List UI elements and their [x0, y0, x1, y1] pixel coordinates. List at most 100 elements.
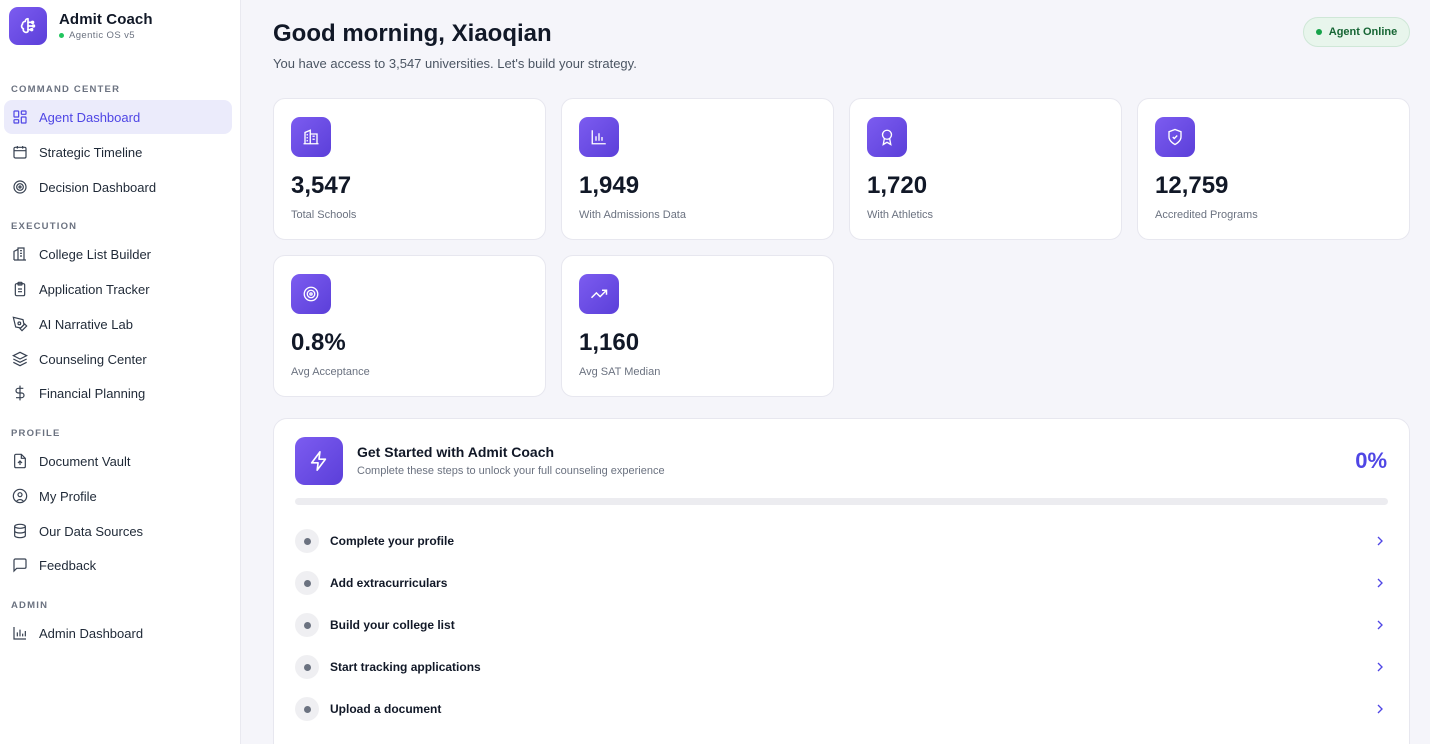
sidebar-item-college-list-builder[interactable]: College List Builder: [4, 237, 232, 271]
sidebar-item-counseling-center[interactable]: Counseling Center: [4, 342, 232, 376]
step-status-dot: [295, 655, 319, 679]
layers-icon: [11, 350, 29, 368]
step-label: Add extracurriculars: [330, 576, 448, 590]
sidebar-item-agent-dashboard[interactable]: Agent Dashboard: [4, 100, 232, 134]
pen-tool-icon: [11, 315, 29, 333]
step-build-college-list[interactable]: Build your college list: [295, 611, 1388, 639]
stat-card-athletics[interactable]: 1,720 With Athletics: [849, 98, 1122, 240]
sidebar-item-document-vault[interactable]: Document Vault: [4, 444, 232, 478]
section-command-center: COMMAND CENTER: [11, 84, 121, 95]
step-label: Complete your profile: [330, 534, 455, 548]
stat-card-avg-acceptance[interactable]: 0.8% Avg Acceptance: [273, 255, 546, 397]
section-execution: EXECUTION: [11, 221, 78, 232]
sidebar-item-label: Feedback: [39, 557, 97, 573]
getting-started-title: Get Started with Admit Coach: [357, 444, 555, 460]
sidebar-item-label: Admin Dashboard: [39, 625, 144, 641]
sidebar-item-label: Counseling Center: [39, 351, 147, 367]
brain-logo-icon: [9, 7, 47, 45]
step-label: Build your college list: [330, 618, 455, 632]
brand-title: Admit Coach: [59, 11, 153, 28]
stat-value: 1,949: [579, 172, 640, 199]
agent-status-badge: Agent Online: [1303, 17, 1410, 47]
brand-subtitle: Agentic OS v5: [59, 30, 153, 41]
sidebar-item-ai-narrative-lab[interactable]: AI Narrative Lab: [4, 307, 232, 341]
stat-value: 1,160: [579, 329, 640, 356]
sidebar: Admit Coach Agentic OS v5 COMMAND CENTER…: [0, 0, 241, 744]
shield-check-icon: [1155, 117, 1195, 157]
sidebar-item-label: Strategic Timeline: [39, 144, 143, 160]
stat-value: 3,547: [291, 172, 352, 199]
building-icon: [291, 117, 331, 157]
step-label: Upload a document: [330, 702, 442, 716]
clipboard-icon: [11, 280, 29, 298]
grid-icon: [11, 108, 29, 126]
sidebar-item-label: College List Builder: [39, 246, 152, 262]
stat-label: Avg Acceptance: [291, 366, 370, 378]
building-icon: [11, 245, 29, 263]
step-status-dot: [295, 571, 319, 595]
stat-label: With Athletics: [867, 209, 934, 221]
step-label: Start tracking applications: [330, 660, 481, 674]
sidebar-item-label: AI Narrative Lab: [39, 316, 133, 332]
step-add-extracurriculars[interactable]: Add extracurriculars: [295, 569, 1388, 597]
calendar-icon: [11, 143, 29, 161]
sidebar-item-label: My Profile: [39, 488, 97, 504]
sidebar-item-our-data-sources[interactable]: Our Data Sources: [4, 514, 232, 548]
stat-label: Avg SAT Median: [579, 366, 661, 378]
stat-label: Total Schools: [291, 209, 357, 221]
target-icon: [291, 274, 331, 314]
status-dot: [59, 33, 64, 38]
message-square-icon: [11, 556, 29, 574]
target-icon: [11, 178, 29, 196]
getting-started-card: Get Started with Admit Coach Complete th…: [273, 418, 1410, 744]
sidebar-item-financial-planning[interactable]: Financial Planning: [4, 376, 232, 410]
page-title: Good morning, Xiaoqian: [273, 20, 552, 47]
brand-version: Agentic OS v5: [69, 30, 135, 41]
section-profile: PROFILE: [11, 428, 61, 439]
dollar-icon: [11, 384, 29, 402]
sidebar-item-decision-dashboard[interactable]: Decision Dashboard: [4, 170, 232, 204]
sidebar-item-label: Document Vault: [39, 453, 131, 469]
stat-value: 12,759: [1155, 172, 1229, 199]
trending-up-icon: [579, 274, 619, 314]
brand[interactable]: Admit Coach Agentic OS v5: [9, 7, 153, 45]
chevron-right-icon: [1377, 662, 1383, 672]
step-upload-document[interactable]: Upload a document: [295, 695, 1388, 723]
step-status-dot: [295, 529, 319, 553]
database-icon: [11, 522, 29, 540]
stat-label: With Admissions Data: [579, 209, 686, 221]
chevron-right-icon: [1377, 620, 1383, 630]
online-dot: [1315, 29, 1322, 35]
chevron-right-icon: [1377, 578, 1383, 588]
stat-card-avg-sat-median[interactable]: 1,160 Avg SAT Median: [561, 255, 834, 397]
getting-started-subtitle: Complete these steps to unlock your full…: [357, 465, 665, 477]
stat-value: 0.8%: [291, 329, 346, 356]
sidebar-item-label: Our Data Sources: [39, 523, 144, 539]
user-circle-icon: [11, 487, 29, 505]
step-status-dot: [295, 697, 319, 721]
sidebar-item-feedback[interactable]: Feedback: [4, 548, 232, 582]
agent-status-label: Agent Online: [1328, 26, 1398, 38]
sidebar-item-label: Agent Dashboard: [39, 109, 141, 125]
stat-card-accredited-programs[interactable]: 12,759 Accredited Programs: [1137, 98, 1410, 240]
section-admin: ADMIN: [11, 600, 49, 611]
sidebar-item-admin-dashboard[interactable]: Admin Dashboard: [4, 616, 232, 650]
chevron-right-icon: [1377, 536, 1383, 546]
stat-label: Accredited Programs: [1155, 209, 1258, 221]
file-upload-icon: [11, 452, 29, 470]
sidebar-item-label: Decision Dashboard: [39, 179, 157, 195]
sidebar-item-label: Application Tracker: [39, 281, 150, 297]
stat-card-total-schools[interactable]: 3,547 Total Schools: [273, 98, 546, 240]
bar-chart-icon: [579, 117, 619, 157]
stat-value: 1,720: [867, 172, 928, 199]
step-complete-profile[interactable]: Complete your profile: [295, 527, 1388, 555]
page-subtitle: You have access to 3,547 universities. L…: [273, 56, 637, 71]
sidebar-item-label: Financial Planning: [39, 385, 146, 401]
sidebar-item-strategic-timeline[interactable]: Strategic Timeline: [4, 135, 232, 169]
sidebar-item-my-profile[interactable]: My Profile: [4, 479, 232, 513]
award-icon: [867, 117, 907, 157]
stat-card-admissions-data[interactable]: 1,949 With Admissions Data: [561, 98, 834, 240]
sidebar-item-application-tracker[interactable]: Application Tracker: [4, 272, 232, 306]
chevron-right-icon: [1377, 704, 1383, 714]
step-start-tracking-applications[interactable]: Start tracking applications: [295, 653, 1388, 681]
